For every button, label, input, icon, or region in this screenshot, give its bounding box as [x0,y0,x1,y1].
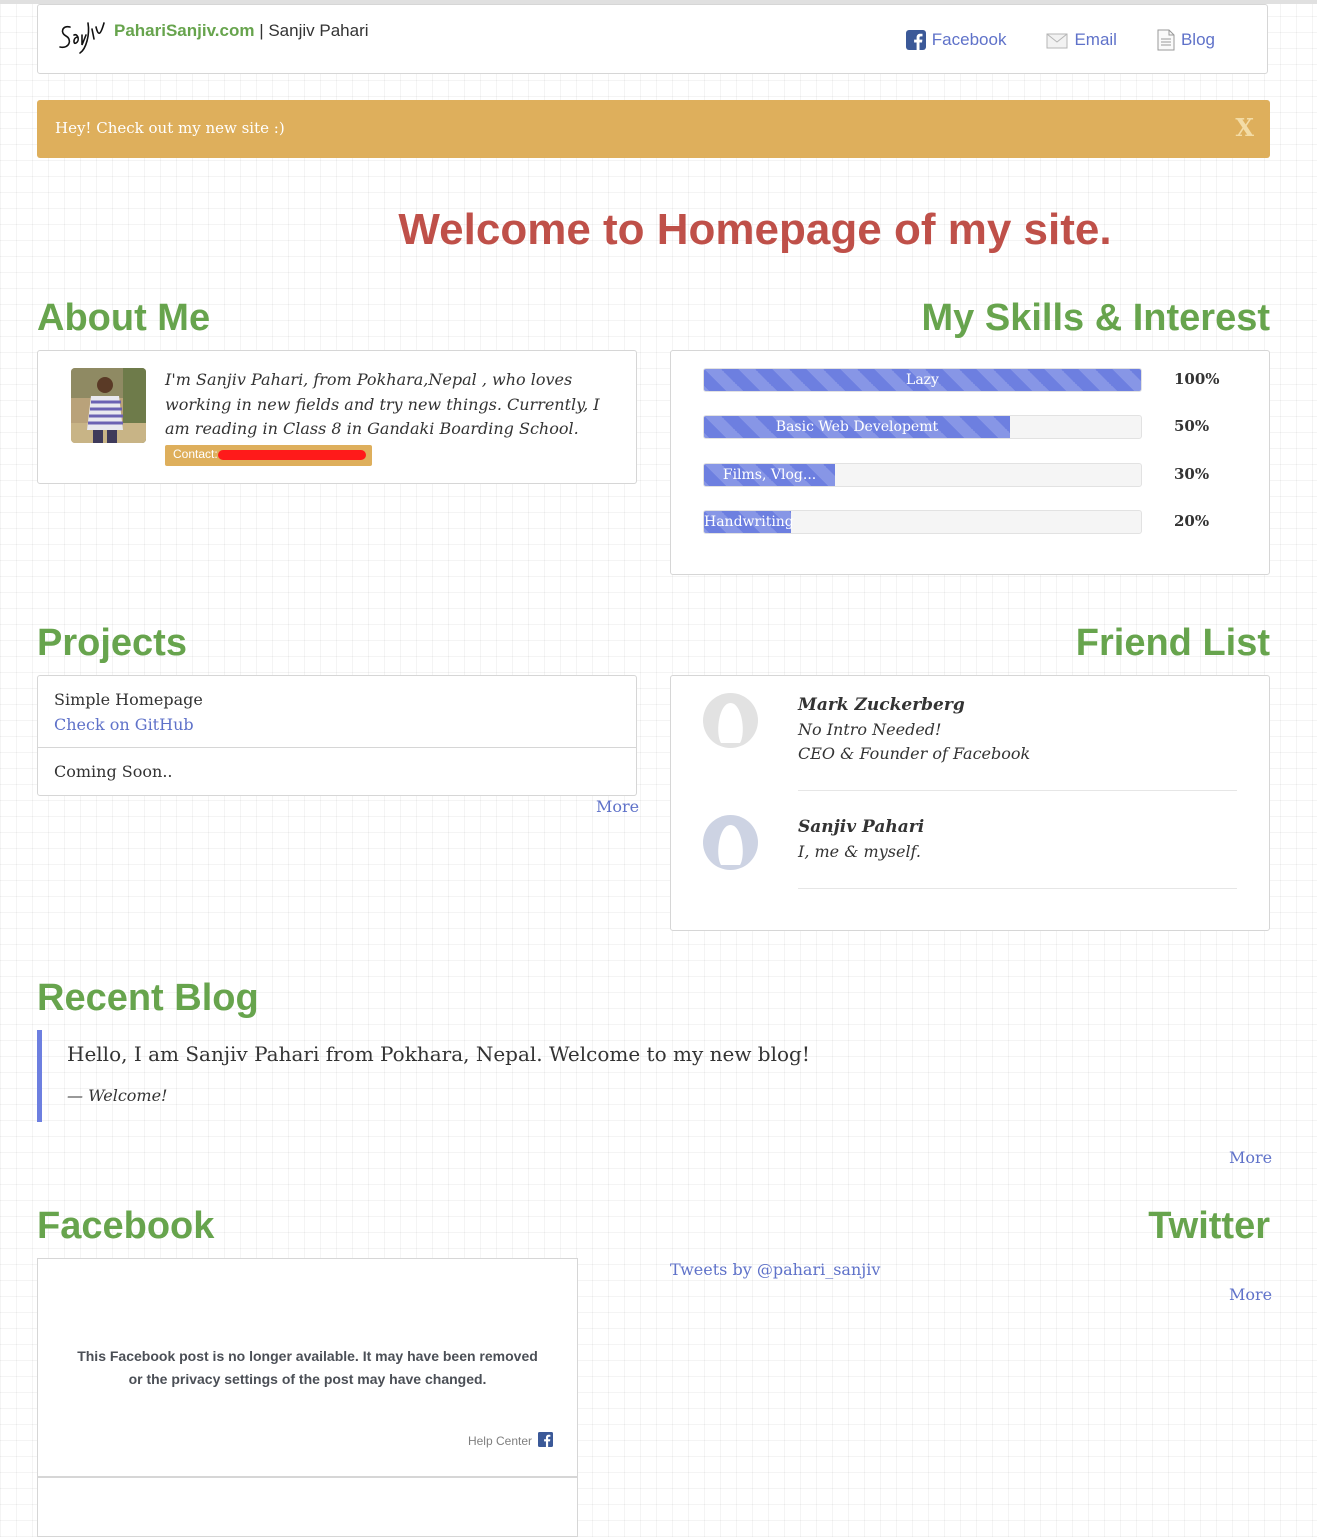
skill-row: Films, Vlog... 30% [703,463,1223,487]
site-name-link[interactable]: PahariSanjiv.com [114,21,254,40]
skill-progress-bar: Handwriting [704,511,794,533]
skill-percent: 50% [1174,417,1210,435]
friends-heading: Friend List [1075,622,1270,664]
projects-more-link[interactable]: More [596,797,639,816]
friends-panel: Mark Zuckerberg No Intro Needed! CEO & F… [670,675,1270,931]
facebook-icon [538,1432,553,1450]
friend-name[interactable]: Sanjiv Pahari [798,815,1237,840]
brand: PahariSanjiv.com | Sanjiv Pahari [114,21,369,41]
profile-photo [71,368,146,443]
blog-quote-text: Hello, I am Sanjiv Pahari from Pokhara, … [67,1042,810,1066]
nav-blog-link[interactable]: Blog [1157,29,1215,51]
skill-progress-bar: Basic Web Developemt [704,416,1010,438]
twitter-more-link[interactable]: More [1229,1285,1272,1304]
email-icon [1046,31,1068,49]
list-item: Coming Soon.. [38,748,636,795]
facebook-message-line: or the privacy settings of the post may … [128,1371,487,1387]
facebook-help-link[interactable]: Help Center [468,1432,553,1450]
nav-email-label: Email [1074,30,1117,49]
about-description: I'm Sanjiv Pahari, from Pokhara,Nepal , … [165,370,600,438]
blog-heading: Recent Blog [37,977,259,1019]
project-title: Simple Homepage [54,690,203,709]
skill-percent: 20% [1174,512,1210,530]
facebook-help-label: Help Center [467,1434,532,1448]
alert-close-button[interactable]: X [1235,113,1254,142]
blog-quote: Hello, I am Sanjiv Pahari from Pokhara, … [37,1030,942,1122]
alert-text: Hey! Check out my new site :) [55,119,285,137]
nav-links: Facebook Email Blog [905,29,1215,51]
skill-percent: 30% [1174,465,1210,483]
about-heading: About Me [37,297,211,339]
nav-blog-label: Blog [1180,30,1215,49]
brand-separator: | [254,21,269,40]
facebook-message-line: This Facebook post is no longer availabl… [77,1348,538,1364]
avatar [703,693,758,748]
friend-details: Sanjiv Pahari I, me & myself. [798,815,1237,864]
contact-label: Contact: [173,447,218,461]
projects-heading: Projects [37,622,187,664]
about-panel: I'm Sanjiv Pahari, from Pokhara,Nepal , … [37,350,637,484]
friend-line: I, me & myself. [798,841,921,861]
project-title: Coming Soon.. [54,762,173,781]
skill-progress-track: Lazy [703,368,1142,392]
skill-progress-track: Handwriting [703,510,1142,534]
friend-name[interactable]: Mark Zuckerberg [798,693,1237,718]
nav-facebook-label: Facebook [931,30,1007,49]
skill-progress-bar: Films, Vlog... [704,464,836,486]
owner-name: Sanjiv Pahari [268,21,369,40]
skill-row: Handwriting 20% [703,510,1223,534]
announcement-alert: Hey! Check out my new site :) X [37,100,1270,158]
skill-progress-track: Basic Web Developemt [703,415,1142,439]
friend-line: No Intro Needed! [798,719,942,739]
skill-row: Lazy 100% [703,368,1223,392]
avatar [703,815,758,870]
nav-facebook-link[interactable]: Facebook [905,29,1007,51]
friend-line: CEO & Founder of Facebook [798,744,1031,763]
document-icon [1157,29,1175,51]
list-item: Simple Homepage Check on GitHub [38,676,636,748]
facebook-heading: Facebook [37,1205,215,1247]
twitter-timeline-link[interactable]: Tweets by @pahari_sanjiv [670,1260,880,1279]
skills-heading: My Skills & Interest [921,297,1270,339]
skill-row: Basic Web Developemt 50% [703,415,1223,439]
skill-percent: 100% [1174,370,1220,388]
twitter-heading: Twitter [1148,1205,1270,1247]
facebook-embed: This Facebook post is no longer availabl… [37,1258,578,1477]
nav-email-link[interactable]: Email [1046,29,1117,51]
blog-more-link[interactable]: More [1229,1148,1272,1167]
navbar: PahariSanjiv.com | Sanjiv Pahari Faceboo… [37,4,1268,74]
contact-redaction [218,450,366,460]
blog-quote-footer: — Welcome! [67,1086,168,1105]
welcome-title: Welcome to Homepage of my site. [398,205,1112,254]
divider [798,888,1237,889]
skill-progress-track: Films, Vlog... [703,463,1142,487]
github-link[interactable]: Check on GitHub [54,712,620,737]
divider [798,790,1237,791]
skills-panel: Lazy 100% Basic Web Developemt 50% Films… [670,350,1270,575]
friend-details: Mark Zuckerberg No Intro Needed! CEO & F… [798,693,1237,767]
contact-badge: Contact: [165,445,372,466]
skill-progress-bar: Lazy [704,369,1141,391]
projects-panel: Simple Homepage Check on GitHub Coming S… [37,675,637,796]
facebook-embed-secondary [37,1477,578,1537]
facebook-unavailable-message: This Facebook post is no longer availabl… [38,1345,577,1391]
signature-logo[interactable] [56,15,108,57]
facebook-icon [905,30,926,50]
